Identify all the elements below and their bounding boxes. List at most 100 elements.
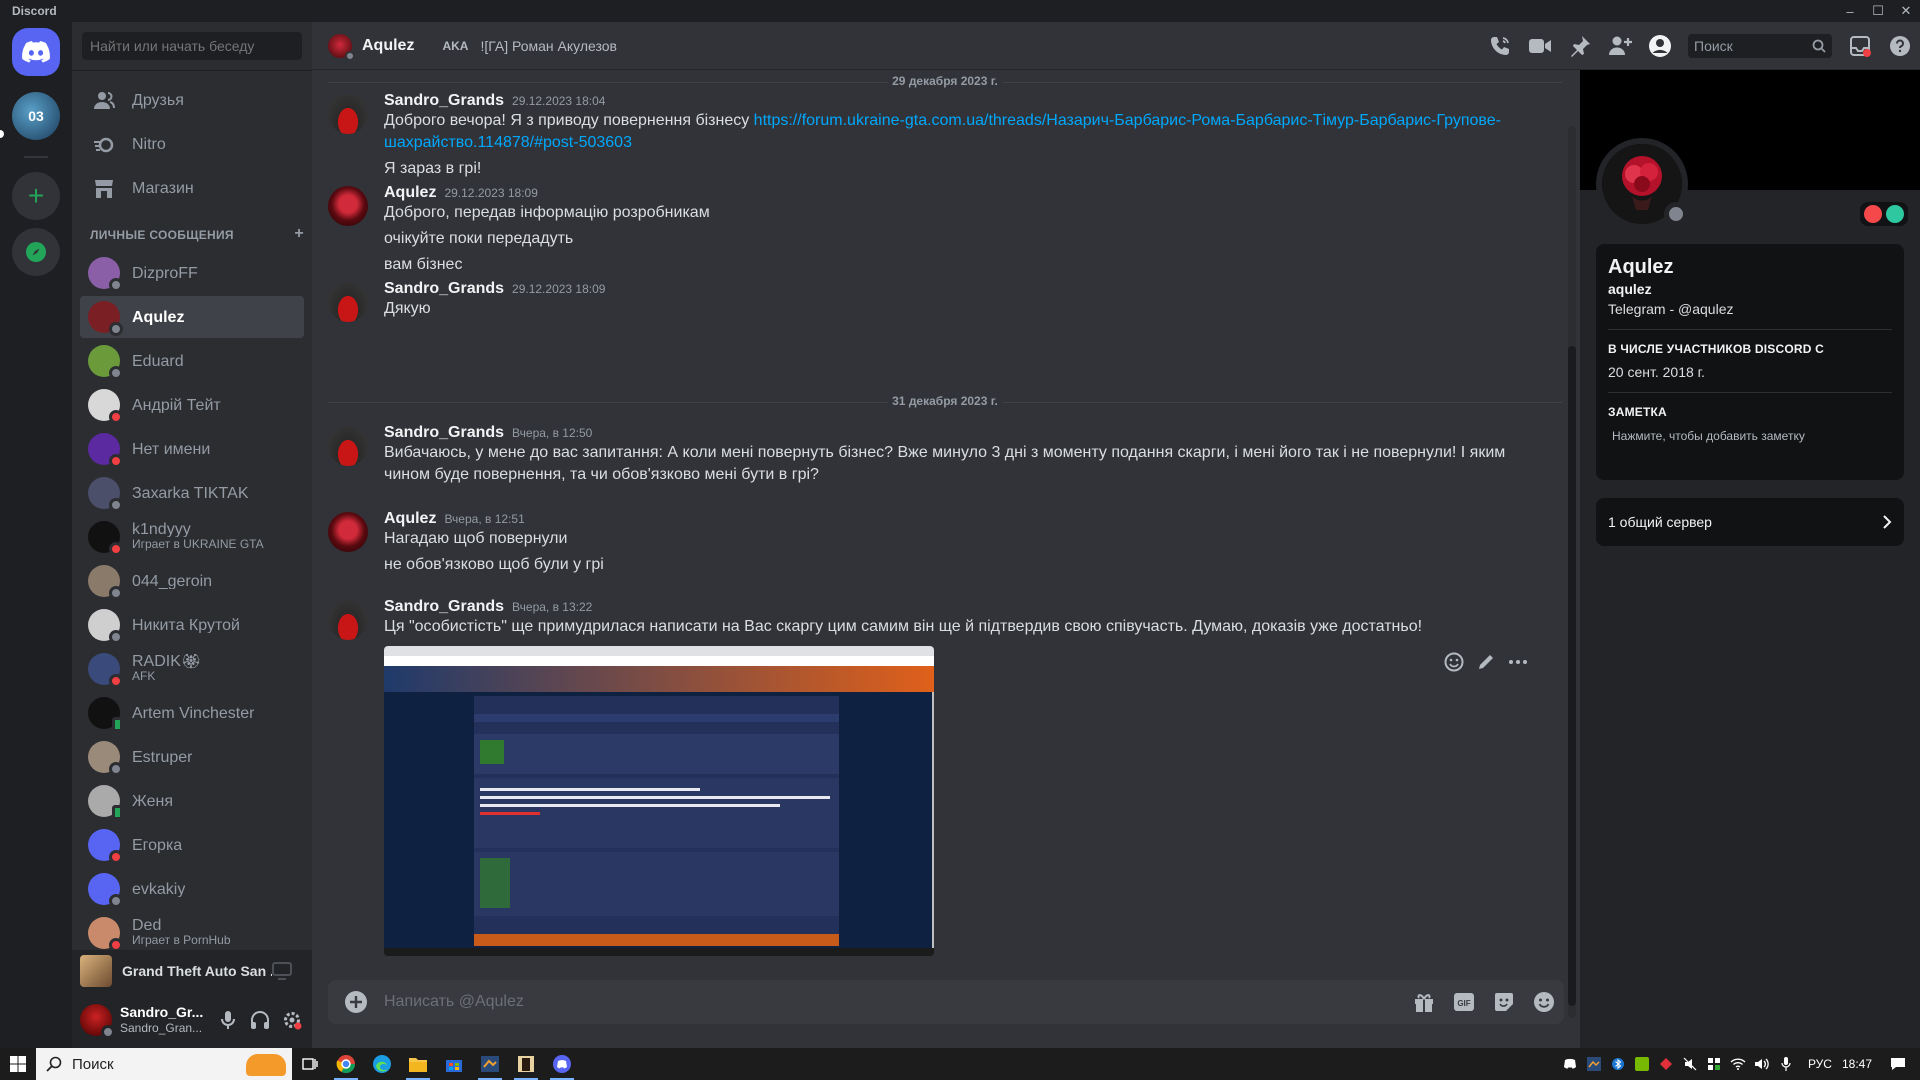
message-author[interactable]: Aqulez	[384, 184, 436, 202]
dm-item[interactable]: Егорка	[80, 824, 304, 866]
game-launcher-icon[interactable]	[472, 1048, 508, 1080]
message-input[interactable]	[384, 980, 1404, 1024]
dm-item[interactable]: Никита Крутой	[80, 604, 304, 646]
dm-item[interactable]: k1ndyyy Играет в UKRAINE GTA	[80, 516, 304, 558]
emoji-icon[interactable]	[1528, 986, 1560, 1018]
message[interactable]: Sandro_Grands 29.12.2023 18:09 Дякую	[328, 280, 1548, 322]
nav-shop[interactable]: Магазин	[80, 168, 304, 210]
discord-taskbar-icon[interactable]	[544, 1048, 580, 1080]
dm-item[interactable]: Ded Играет в PornHub	[80, 912, 304, 954]
gif-icon[interactable]: GIF	[1448, 986, 1480, 1018]
dm-item[interactable]: evkakiy	[80, 868, 304, 910]
antivirus-tray-icon[interactable]	[1654, 1048, 1678, 1080]
author-avatar[interactable]	[328, 94, 368, 134]
author-avatar[interactable]	[328, 600, 368, 640]
nvidia-tray-icon[interactable]	[1630, 1048, 1654, 1080]
inbox-icon[interactable]	[1848, 34, 1872, 58]
find-conversation-input[interactable]	[82, 32, 302, 60]
windows-logo-icon	[10, 1056, 26, 1072]
dm-item[interactable]: 044_geroin	[80, 560, 304, 602]
file-explorer-icon[interactable]	[400, 1048, 436, 1080]
status-indicator	[109, 454, 123, 468]
dm-avatar	[88, 345, 123, 380]
pin-icon[interactable]	[1568, 34, 1592, 58]
dm-item[interactable]: Estruper	[80, 736, 304, 778]
message-author[interactable]: Sandro_Grands	[384, 92, 504, 110]
activity-panel[interactable]: Grand Theft Auto San ...	[72, 950, 312, 992]
close-icon[interactable]: ✕	[1892, 0, 1920, 22]
launcher-tray-icon[interactable]	[1582, 1048, 1606, 1080]
dm-item[interactable]: Eduard	[80, 340, 304, 382]
gift-icon[interactable]	[1408, 986, 1440, 1018]
bluetooth-icon[interactable]	[1606, 1048, 1630, 1080]
dm-item[interactable]: Андрій Тейт	[80, 384, 304, 426]
microsoft-store-icon[interactable]	[436, 1048, 472, 1080]
home-button[interactable]	[12, 28, 60, 76]
nitro-badge-icon[interactable]	[1864, 205, 1882, 223]
dm-item[interactable]: Женя	[80, 780, 304, 822]
author-avatar[interactable]	[328, 426, 368, 466]
wifi-icon[interactable]	[1726, 1048, 1750, 1080]
volume-icon[interactable]	[1750, 1048, 1774, 1080]
clock[interactable]: 18:47	[1842, 1057, 1872, 1071]
mute-button[interactable]	[212, 1004, 244, 1036]
image-attachment[interactable]	[384, 646, 934, 956]
video-call-icon[interactable]	[1528, 34, 1552, 58]
maximize-icon[interactable]: ☐	[1864, 0, 1892, 22]
dm-item[interactable]: RADIK🏵 AFK	[80, 648, 304, 690]
dm-item[interactable]: Захаrka TIKTAK	[80, 472, 304, 514]
plus-icon: +	[27, 180, 45, 211]
scrollbar-thumb[interactable]	[1568, 346, 1576, 1006]
input-language[interactable]: РУС	[1808, 1057, 1832, 1071]
message[interactable]: Sandro_Grands Вчера, в 12:50 Вибачаюсь, у…	[328, 424, 1548, 486]
user-profile-toggle-icon[interactable]	[1648, 34, 1672, 58]
create-dm-button[interactable]: +	[294, 226, 304, 242]
message-author[interactable]: Sandro_Grands	[384, 280, 504, 298]
message-author[interactable]: Sandro_Grands	[384, 424, 504, 442]
message[interactable]: Aqulez Вчера, в 12:51 Нагадаю щоб поверну…	[328, 510, 1548, 576]
mute-tray-icon[interactable]	[1678, 1048, 1702, 1080]
author-avatar[interactable]	[328, 186, 368, 226]
discord-tray-icon[interactable]	[1558, 1048, 1582, 1080]
message[interactable]: Sandro_Grands 29.12.2023 18:04 Доброго ве…	[328, 92, 1548, 180]
start-button[interactable]	[0, 1048, 36, 1080]
user-avatar[interactable]	[80, 1004, 115, 1039]
hypesquad-badge-icon[interactable]	[1886, 205, 1904, 223]
user-settings-button[interactable]	[276, 1004, 308, 1036]
mutual-servers-button[interactable]: 1 общий сервер	[1596, 498, 1904, 546]
sticker-icon[interactable]	[1488, 986, 1520, 1018]
chrome-icon[interactable]	[328, 1048, 364, 1080]
author-avatar[interactable]	[328, 512, 368, 552]
dm-item[interactable]: Нет имени	[80, 428, 304, 470]
taskbar-search[interactable]: Поиск	[36, 1048, 292, 1080]
message-scrollbar[interactable]	[1568, 126, 1576, 1018]
nav-friends[interactable]: Друзья	[80, 80, 304, 122]
deafen-button[interactable]	[244, 1004, 276, 1036]
server-icon[interactable]: 03	[12, 92, 60, 140]
message-author[interactable]: Sandro_Grands	[384, 598, 504, 616]
message[interactable]: Aqulez 29.12.2023 18:09 Доброго, передав …	[328, 184, 1548, 276]
message[interactable]: Sandro_Grands Вчера, в 13:22 Ця "особисті…	[328, 598, 1548, 956]
microphone-tray-icon[interactable]	[1774, 1048, 1798, 1080]
author-avatar[interactable]	[328, 282, 368, 322]
notifications-icon[interactable]	[1886, 1048, 1910, 1080]
edge-icon[interactable]	[364, 1048, 400, 1080]
help-icon[interactable]	[1888, 34, 1912, 58]
note-input[interactable]: Нажмите, чтобы добавить заметку	[1612, 429, 1892, 443]
gta-sa-icon[interactable]	[508, 1048, 544, 1080]
dm-item[interactable]: Artem Vinchester	[80, 692, 304, 734]
add-server-button[interactable]: +	[12, 172, 60, 220]
explore-servers-button[interactable]	[12, 228, 60, 276]
minimize-icon[interactable]: –	[1836, 0, 1864, 22]
add-friend-icon[interactable]	[1608, 34, 1632, 58]
security-tray-icon[interactable]	[1702, 1048, 1726, 1080]
upload-button[interactable]	[328, 990, 384, 1014]
stream-icon[interactable]	[272, 962, 292, 980]
nav-nitro[interactable]: Nitro	[80, 124, 304, 166]
message-author[interactable]: Aqulez	[384, 510, 436, 528]
voice-call-icon[interactable]	[1488, 34, 1512, 58]
task-view-icon[interactable]	[292, 1048, 328, 1080]
dm-item[interactable]: Aqulez	[80, 296, 304, 338]
dm-item[interactable]: DizproFF	[80, 252, 304, 294]
search-input[interactable]: Поиск	[1688, 34, 1832, 58]
